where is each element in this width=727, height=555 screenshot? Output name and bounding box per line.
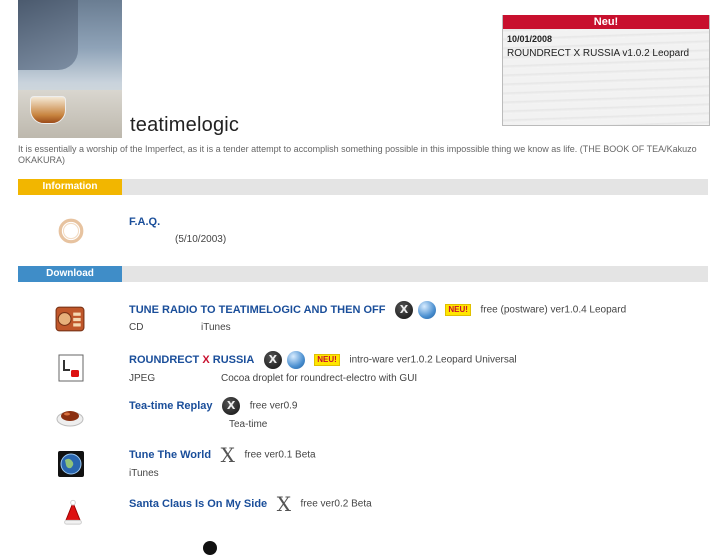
download-row-header: ROUNDRECT X RUSSIA X NEU! intro-ware ver… [129, 351, 517, 369]
mac-os-x-icon: X [276, 492, 291, 516]
tune-the-world-link[interactable]: Tune The World [129, 449, 211, 461]
faq-link[interactable]: F.A.Q. [129, 216, 160, 228]
news-date: 10/01/2008 [507, 34, 553, 44]
teatime-replay-link[interactable]: Tea-time Replay [129, 400, 213, 412]
download-label: Download [18, 266, 122, 282]
download-bar: Download [18, 266, 708, 282]
download-info: free (postware) ver1.0.4 Leopard [480, 304, 627, 316]
download-note: CD [129, 322, 144, 333]
radio-icon [55, 306, 85, 332]
information-label: Information [18, 179, 122, 195]
news-box[interactable]: Neu! 10/01/2008 ROUNDRECT X RUSSIA v1.0.… [502, 15, 710, 126]
download-note: iTunes [201, 322, 231, 333]
santa-hat-icon [64, 499, 82, 525]
roundrect-russia-link[interactable]: ROUNDRECT X RUSSIA [129, 354, 254, 366]
download-row-header: Tune The World X free ver0.1 Beta [129, 443, 316, 467]
mac-os-x-icon: X [222, 397, 241, 415]
tune-radio-link[interactable]: TUNE RADIO TO TEATIMELOGIC AND THEN OFF [129, 304, 385, 316]
new-badge: NEU! [445, 304, 471, 316]
mac-os-x-icon: X [220, 443, 235, 467]
mac-os-9-icon [286, 351, 305, 369]
seat-shape [18, 0, 78, 70]
site-title: teatimelogic [130, 114, 240, 136]
download-note: JPEG [129, 373, 156, 384]
mac-os-x-icon: X [263, 351, 282, 369]
download-row-header: Tea-time Replay X free ver0.9 [129, 397, 298, 415]
link-part: ROUNDRECT [129, 354, 200, 366]
download-info: free ver0.2 Beta [300, 498, 372, 510]
link-part: RUSSIA [212, 354, 255, 366]
new-badge: NEU! [314, 354, 340, 366]
download-note: iTunes [129, 468, 159, 479]
information-bar: Information [18, 179, 708, 195]
download-info: free ver0.1 Beta [244, 449, 316, 461]
mac-os-x-icon: X [395, 301, 414, 319]
mac-os-9-icon [417, 301, 436, 319]
teacup-ring-icon [58, 218, 84, 244]
download-row-header: Santa Claus Is On My Side X free ver0.2 … [129, 492, 372, 516]
santa-claus-link[interactable]: Santa Claus Is On My Side [129, 498, 267, 510]
globe-icon [58, 451, 84, 477]
tea-cup [30, 96, 66, 124]
hero-photo [18, 0, 122, 138]
download-info: intro-ware ver1.0.2 Leopard Universal [349, 354, 517, 366]
download-note: Tea-time [229, 419, 268, 430]
tea-bowl-icon [56, 411, 84, 427]
download-info: free ver0.9 [249, 400, 298, 412]
tagline: It is essentially a worship of the Imper… [18, 144, 697, 165]
document-icon [58, 354, 84, 382]
download-row-header: TUNE RADIO TO TEATIMELOGIC AND THEN OFF … [129, 301, 626, 319]
news-text[interactable]: ROUNDRECT X RUSSIA v1.0.2 Leopard [507, 48, 709, 59]
faq-date: (5/10/2003) [175, 234, 227, 245]
download-note: Cocoa droplet for roundrect-electro with… [221, 373, 418, 384]
news-header: Neu! [503, 15, 709, 29]
link-part: X [202, 354, 210, 366]
mac-os-x-icon [203, 541, 217, 555]
